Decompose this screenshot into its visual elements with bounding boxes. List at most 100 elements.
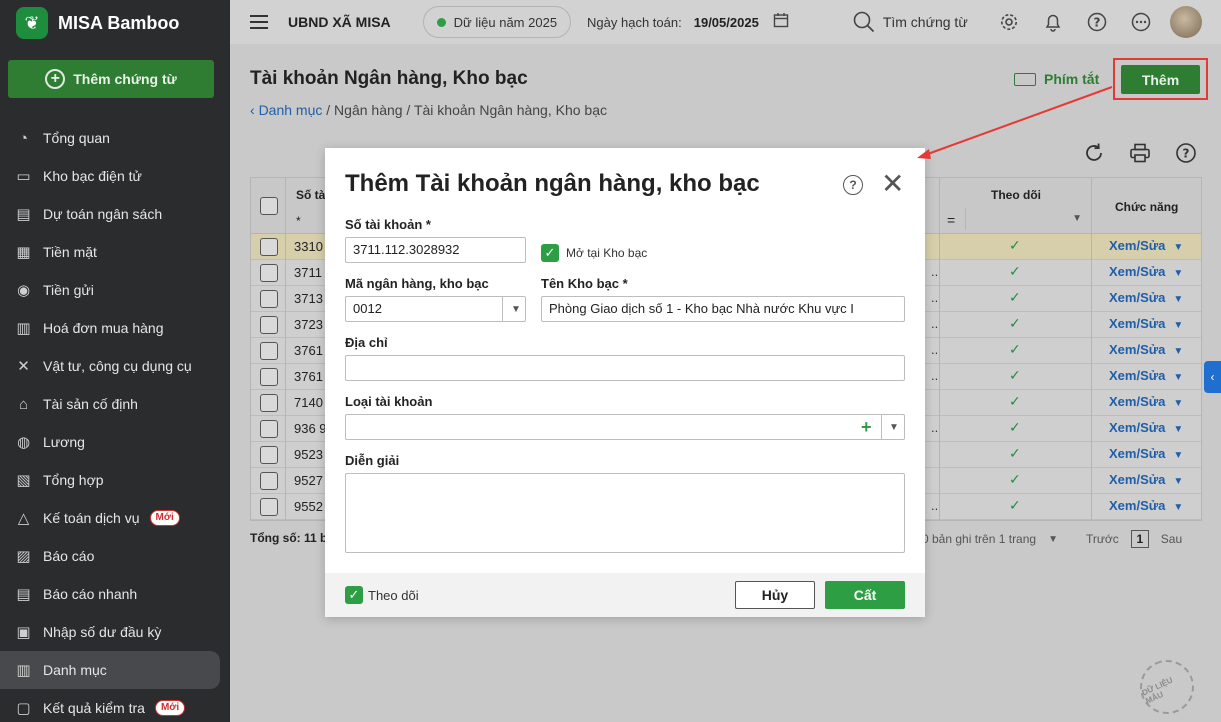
cancel-button[interactable]: Hủy xyxy=(735,581,815,609)
search-voucher[interactable]: Tìm chứng từ xyxy=(853,11,968,33)
view-edit-link[interactable]: Xem/Sửa ▼ xyxy=(1109,316,1183,331)
row-checkbox[interactable] xyxy=(260,238,278,256)
sidebar-item[interactable]: ◔ Tổng quan xyxy=(0,119,220,157)
breadcrumb-back-link[interactable]: ‹ Danh mục xyxy=(250,102,322,118)
brand[interactable]: ❦ MISA Bamboo xyxy=(0,0,230,46)
sidebar-item[interactable]: ✕ Vật tư, công cụ dụng cụ xyxy=(0,347,220,385)
filter-operator[interactable]: * xyxy=(296,214,301,228)
breadcrumb-path: / Ngân hàng / Tài khoản Ngân hàng, Kho b… xyxy=(322,102,607,118)
calendar-icon[interactable] xyxy=(773,12,789,32)
next-page-button[interactable]: Sau xyxy=(1161,532,1182,546)
sidebar-item[interactable]: ▭ Kho bạc điện tử xyxy=(0,157,220,195)
chevron-down-icon[interactable]: ▼ xyxy=(1173,476,1183,487)
follow-checkbox[interactable]: ✓ xyxy=(345,586,363,604)
monitor-icon: ▭ xyxy=(16,168,31,185)
help-icon[interactable]: ? xyxy=(1174,141,1198,165)
view-edit-link[interactable]: Xem/Sửa ▼ xyxy=(1109,290,1183,305)
collapse-panel-icon[interactable]: ‹ xyxy=(1204,361,1221,393)
gear-icon[interactable] xyxy=(998,11,1020,33)
view-edit-link[interactable]: Xem/Sửa ▼ xyxy=(1109,342,1183,357)
sidebar-item[interactable]: ◉ Tiền gửi xyxy=(0,271,220,309)
sidebar-item[interactable]: ▤ Dự toán ngân sách xyxy=(0,195,220,233)
chevron-down-icon[interactable]: ▼ xyxy=(1173,502,1183,513)
view-edit-link[interactable]: Xem/Sửa ▼ xyxy=(1109,368,1183,383)
description-textarea[interactable] xyxy=(345,473,905,553)
new-voucher-button[interactable]: + Thêm chứng từ xyxy=(8,60,214,98)
sidebar-item[interactable]: ▥ Hoá đơn mua hàng xyxy=(0,309,220,347)
chevron-down-icon[interactable]: ▼ xyxy=(1173,398,1183,409)
view-edit-link[interactable]: Xem/Sửa ▼ xyxy=(1109,238,1183,253)
service-icon: △ xyxy=(17,510,30,527)
refresh-icon[interactable] xyxy=(1082,141,1106,165)
account-type-combobox[interactable]: + ▼ xyxy=(345,414,905,440)
sidebar-item[interactable]: ◍ Lương xyxy=(0,423,220,461)
posting-date-value[interactable]: 19/05/2025 xyxy=(694,15,759,30)
sidebar-item[interactable]: ▢ Kết quả kiểm tra Mới xyxy=(0,689,220,722)
data-year-selector[interactable]: Dữ liệu năm 2025 xyxy=(422,6,572,38)
follow-filter-dropdown[interactable]: ▼ xyxy=(965,208,1090,230)
sidebar-item[interactable]: ▣ Nhập số dư đầu kỳ xyxy=(0,613,220,651)
view-edit-link[interactable]: Xem/Sửa ▼ xyxy=(1109,446,1183,461)
column-header-account: Số tà xyxy=(296,188,326,202)
close-icon[interactable]: ✕ xyxy=(881,170,904,198)
row-checkbox[interactable] xyxy=(260,472,278,490)
page-size-dropdown-icon[interactable]: ▼ xyxy=(1048,534,1058,545)
sidebar-item[interactable]: ▧ Tổng hợp xyxy=(0,461,220,499)
row-checkbox[interactable] xyxy=(260,498,278,516)
shortcut-button[interactable]: Phím tắt xyxy=(1014,71,1099,87)
view-edit-link[interactable]: Xem/Sửa ▼ xyxy=(1109,394,1183,409)
account-number-cell: 3761 xyxy=(294,369,323,384)
sidebar-item[interactable]: △ Kế toán dịch vụ Mới xyxy=(0,499,220,537)
avatar[interactable] xyxy=(1169,6,1202,38)
row-checkbox[interactable] xyxy=(260,446,278,464)
row-checkbox[interactable] xyxy=(260,420,278,438)
row-checkbox[interactable] xyxy=(260,316,278,334)
sidebar-item[interactable]: ▨ Báo cáo xyxy=(0,537,220,575)
chevron-down-icon[interactable]: ▼ xyxy=(1173,346,1183,357)
account-number-input[interactable]: 3711.112.3028932 xyxy=(345,237,526,263)
sidebar-item-label: Dự toán ngân sách xyxy=(43,206,163,222)
address-input[interactable] xyxy=(345,355,905,381)
view-edit-link[interactable]: Xem/Sửa ▼ xyxy=(1109,498,1183,513)
sidebar-item[interactable]: ⌂ Tài sản cố định xyxy=(0,385,220,423)
open-at-treasury-checkbox[interactable]: ✓ xyxy=(541,244,559,262)
more-icon[interactable] xyxy=(1130,11,1152,33)
bell-icon[interactable] xyxy=(1042,11,1064,33)
prev-page-button[interactable]: Trước xyxy=(1086,532,1119,546)
chevron-down-icon[interactable]: ▼ xyxy=(889,422,899,433)
sidebar-item-label: Tiền mặt xyxy=(43,244,97,260)
view-edit-link[interactable]: Xem/Sửa ▼ xyxy=(1109,420,1183,435)
filter-equals[interactable]: = xyxy=(947,212,955,228)
chevron-down-icon[interactable]: ▼ xyxy=(1173,294,1183,305)
view-edit-link[interactable]: Xem/Sửa ▼ xyxy=(1109,472,1183,487)
chevron-down-icon[interactable]: ▼ xyxy=(1173,242,1183,253)
chevron-down-icon[interactable]: ▼ xyxy=(1173,268,1183,279)
chevron-down-icon[interactable]: ▼ xyxy=(511,304,521,315)
pie-chart-icon: ◔ xyxy=(18,129,29,147)
select-all-checkbox[interactable] xyxy=(260,197,278,215)
bank-code-combobox[interactable]: 0012 ▼ xyxy=(345,296,526,322)
sidebar-item[interactable]: ▥ Danh mục xyxy=(0,651,220,689)
row-checkbox[interactable] xyxy=(260,368,278,386)
row-checkbox[interactable] xyxy=(260,264,278,282)
add-icon[interactable]: + xyxy=(861,418,872,436)
chevron-down-icon[interactable]: ▼ xyxy=(1173,320,1183,331)
menu-icon[interactable] xyxy=(250,15,268,29)
dialog-help-icon[interactable]: ? xyxy=(843,175,863,195)
chevron-down-icon[interactable]: ▼ xyxy=(1173,372,1183,383)
sidebar-item[interactable]: ▦ Tiền mặt xyxy=(0,233,220,271)
current-page[interactable]: 1 xyxy=(1130,530,1149,548)
row-checkbox[interactable] xyxy=(260,342,278,360)
treasury-name-input[interactable]: Phòng Giao dịch số 1 - Kho bạc Nhà nước … xyxy=(541,296,905,322)
save-button[interactable]: Cất xyxy=(825,581,905,609)
sidebar-item[interactable]: ▤ Báo cáo nhanh xyxy=(0,575,220,613)
print-icon[interactable] xyxy=(1128,141,1152,165)
chevron-down-icon[interactable]: ▼ xyxy=(1173,450,1183,461)
row-checkbox[interactable] xyxy=(260,394,278,412)
chevron-down-icon[interactable]: ▼ xyxy=(1173,424,1183,435)
data-year-label: Dữ liệu năm 2025 xyxy=(453,14,558,30)
open-at-treasury-label: Mở tại Kho bạc xyxy=(566,246,648,260)
row-checkbox[interactable] xyxy=(260,290,278,308)
view-edit-link[interactable]: Xem/Sửa ▼ xyxy=(1109,264,1183,279)
help-icon[interactable]: ? xyxy=(1086,11,1108,33)
